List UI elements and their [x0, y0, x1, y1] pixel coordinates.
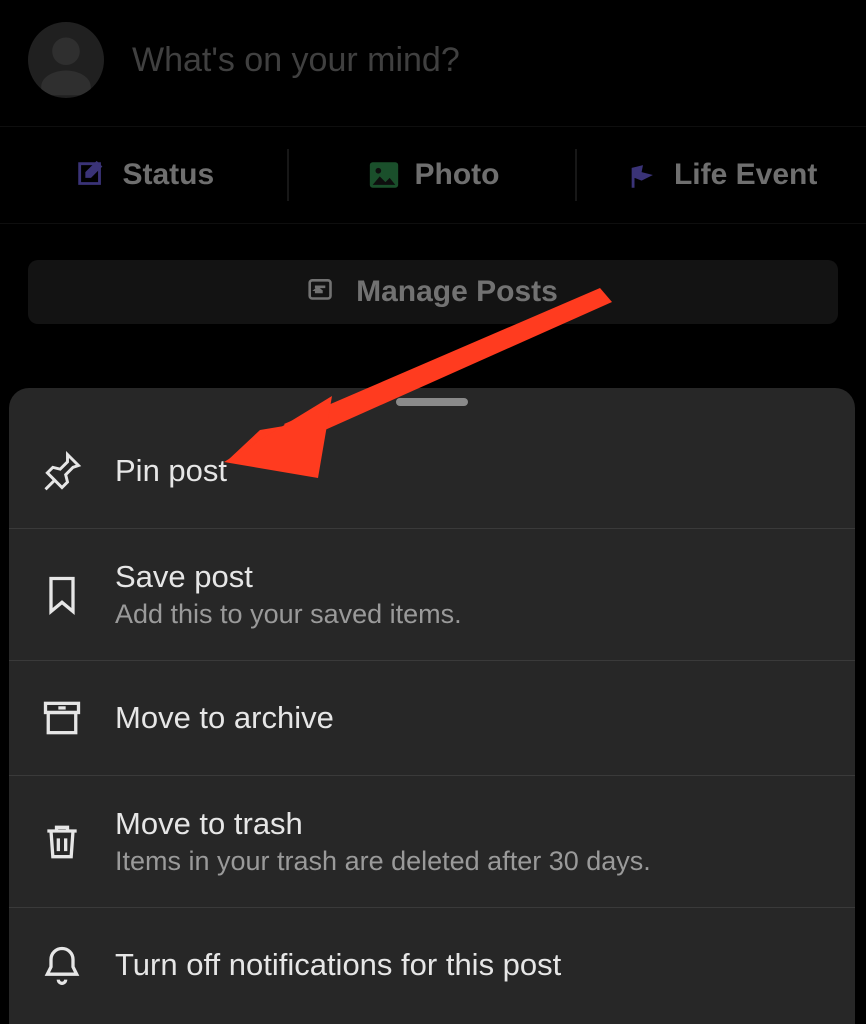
status-button[interactable]: Status	[0, 127, 289, 223]
menu-item-move-trash[interactable]: Move to trash Items in your trash are de…	[9, 776, 855, 908]
pin-icon	[39, 448, 85, 494]
action-sheet: Pin post Save post Add this to your save…	[9, 388, 855, 1024]
photo-button[interactable]: Photo	[289, 127, 578, 223]
photo-icon	[367, 158, 401, 192]
menu-item-subtitle: Add this to your saved items.	[115, 599, 462, 630]
composer-input[interactable]	[132, 41, 838, 80]
menu-item-subtitle: Items in your trash are deleted after 30…	[115, 846, 651, 877]
avatar[interactable]	[28, 22, 104, 98]
composer-actions: Status Photo Life Event	[0, 127, 866, 224]
sheet-menu: Pin post Save post Add this to your save…	[9, 414, 855, 1022]
menu-item-pin-post[interactable]: Pin post	[9, 414, 855, 529]
manage-posts-label: Manage Posts	[356, 275, 558, 309]
bookmark-icon	[39, 572, 85, 618]
menu-item-title: Move to archive	[115, 700, 334, 736]
menu-item-save-post[interactable]: Save post Add this to your saved items.	[9, 529, 855, 661]
sheet-grabber[interactable]	[396, 398, 468, 406]
photo-label: Photo	[415, 158, 500, 192]
life-event-button[interactable]: Life Event	[577, 127, 866, 223]
menu-item-turn-off-notifications[interactable]: Turn off notifications for this post	[9, 908, 855, 1022]
menu-item-title: Pin post	[115, 453, 227, 489]
life-event-label: Life Event	[674, 158, 817, 192]
trash-icon	[39, 819, 85, 865]
status-label: Status	[122, 158, 214, 192]
composer-row	[0, 0, 866, 127]
background-dimmed: Status Photo Life Event Manage Posts	[0, 0, 866, 358]
menu-item-title: Move to trash	[115, 806, 651, 842]
menu-item-title: Turn off notifications for this post	[115, 947, 561, 983]
manage-icon	[308, 279, 340, 305]
avatar-silhouette-icon	[33, 32, 99, 98]
bell-icon	[39, 942, 85, 988]
manage-posts-button[interactable]: Manage Posts	[28, 260, 838, 324]
menu-item-title: Save post	[115, 559, 462, 595]
archive-icon	[39, 695, 85, 741]
menu-item-move-archive[interactable]: Move to archive	[9, 661, 855, 776]
flag-icon	[626, 158, 660, 192]
edit-icon	[74, 158, 108, 192]
manage-posts-area: Manage Posts	[0, 224, 866, 358]
